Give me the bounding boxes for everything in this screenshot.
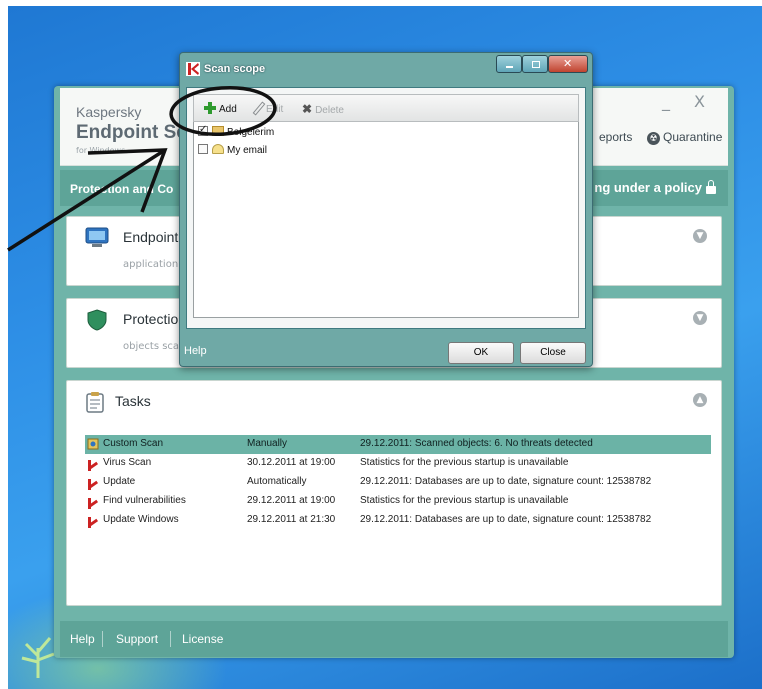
task-schedule: Automatically — [247, 476, 307, 487]
task-status: Statistics for the previous startup is u… — [360, 457, 569, 468]
dialog-maximize-button[interactable] — [522, 55, 548, 73]
add-button[interactable]: Add — [204, 102, 237, 115]
footer-license-link[interactable]: License — [182, 632, 223, 646]
policy-status: ng under a policy — [594, 180, 716, 195]
dialog-footer: Help OK Close — [180, 333, 592, 367]
policy-status-text: ng under a policy — [594, 180, 702, 195]
mail-icon — [212, 144, 224, 154]
kaspersky-k-icon — [87, 457, 99, 471]
main-minimize-button[interactable]: _ — [662, 92, 670, 111]
kaspersky-k-icon — [87, 495, 99, 509]
dialog-titlebar[interactable]: Scan scope — [180, 53, 592, 83]
main-footer: Help Support License — [60, 621, 728, 657]
item-label: My email — [227, 145, 268, 156]
task-status: Statistics for the previous startup is u… — [360, 495, 569, 506]
task-name: Find vulnerabilities — [103, 495, 186, 506]
desktop-sprig-decoration — [21, 637, 55, 678]
task-status: 29.12.2011: Scanned objects: 6. No threa… — [360, 438, 593, 449]
clipboard-icon — [86, 392, 104, 413]
task-row[interactable]: Update Automatically 29.12.2011: Databas… — [85, 473, 711, 492]
list-item[interactable]: Belgelerim — [198, 124, 275, 142]
lock-icon — [706, 180, 716, 194]
kaspersky-k-icon — [87, 476, 99, 490]
dialog-help-link[interactable]: Help — [184, 345, 207, 357]
task-schedule: 29.12.2011 at 19:00 — [247, 495, 336, 506]
task-status: 29.12.2011: Databases are up to date, si… — [360, 514, 652, 525]
custom-scan-icon — [87, 438, 99, 450]
dialog-minimize-button[interactable] — [496, 55, 522, 73]
item-label: Belgelerim — [227, 127, 275, 138]
quarantine-label: Quarantine — [663, 130, 723, 144]
dialog-close-button[interactable] — [548, 55, 588, 73]
tasks-title: Tasks — [115, 393, 151, 409]
brand-kaspersky: Kaspersky — [76, 104, 142, 120]
task-row[interactable]: Virus Scan 30.12.2011 at 19:00 Statistic… — [85, 454, 711, 473]
scope-toolbar: Add Edit ✖ Delete — [193, 94, 579, 122]
kaspersky-logo-icon — [186, 62, 200, 76]
footer-separator — [170, 631, 171, 647]
task-name: Virus Scan — [103, 457, 152, 468]
main-close-button[interactable]: X — [694, 92, 705, 111]
tasks-panel: Tasks ▲ Custom Scan Manually 29.12.2011:… — [66, 380, 722, 606]
task-row[interactable]: Update Windows 29.12.2011 at 21:30 29.12… — [85, 511, 711, 530]
add-label: Add — [219, 104, 237, 115]
quarantine-link[interactable]: ☢ Quarantine — [647, 130, 722, 145]
close-button[interactable]: Close — [520, 342, 586, 364]
item-checkbox[interactable] — [198, 144, 208, 154]
item-checkbox[interactable] — [198, 124, 208, 136]
task-row[interactable]: Custom Scan Manually 29.12.2011: Scanned… — [85, 435, 711, 454]
delete-label: Delete — [315, 105, 344, 116]
task-schedule: 29.12.2011 at 21:30 — [247, 514, 336, 525]
task-name: Custom Scan — [103, 438, 164, 449]
plus-icon — [204, 102, 216, 114]
reports-link[interactable]: eports — [599, 130, 632, 144]
shield-icon — [87, 309, 107, 331]
task-schedule: 30.12.2011 at 19:00 — [247, 457, 336, 468]
footer-help-link[interactable]: Help — [70, 632, 95, 646]
delete-x-icon: ✖ — [302, 102, 313, 116]
brand-platform: for Windows — [76, 146, 126, 155]
task-status: 29.12.2011: Databases are up to date, si… — [360, 476, 652, 487]
expand-endpoint-icon[interactable]: ▼ — [693, 229, 707, 243]
footer-separator — [102, 631, 103, 647]
scan-scope-dialog: Scan scope Add Edit ✖Delete Belgelerim M… — [179, 52, 593, 367]
expand-protection-icon[interactable]: ▼ — [693, 311, 707, 325]
folder-icon — [212, 126, 224, 136]
list-item[interactable]: My email — [198, 144, 267, 160]
dialog-title: Scan scope — [204, 63, 266, 75]
protection-and-control-label: Protection and Co — [70, 182, 174, 196]
dialog-body: Add Edit ✖Delete Belgelerim My email — [186, 87, 586, 329]
task-row[interactable]: Find vulnerabilities 29.12.2011 at 19:00… — [85, 492, 711, 511]
edit-label: Edit — [266, 104, 284, 115]
scope-list: Belgelerim My email — [193, 122, 579, 318]
edit-button[interactable]: Edit — [252, 102, 283, 115]
quarantine-icon: ☢ — [647, 132, 660, 145]
task-table: Custom Scan Manually 29.12.2011: Scanned… — [85, 435, 711, 530]
delete-button[interactable]: ✖ Delete — [302, 102, 344, 116]
pencil-icon — [252, 102, 264, 114]
ok-button[interactable]: OK — [448, 342, 514, 364]
task-schedule: Manually — [247, 438, 288, 449]
task-name: Update — [103, 476, 136, 487]
footer-support-link[interactable]: Support — [116, 632, 158, 646]
monitor-icon — [85, 227, 109, 247]
task-name: Update Windows — [103, 514, 179, 525]
collapse-tasks-icon[interactable]: ▲ — [693, 393, 707, 407]
kaspersky-k-icon — [87, 514, 99, 528]
